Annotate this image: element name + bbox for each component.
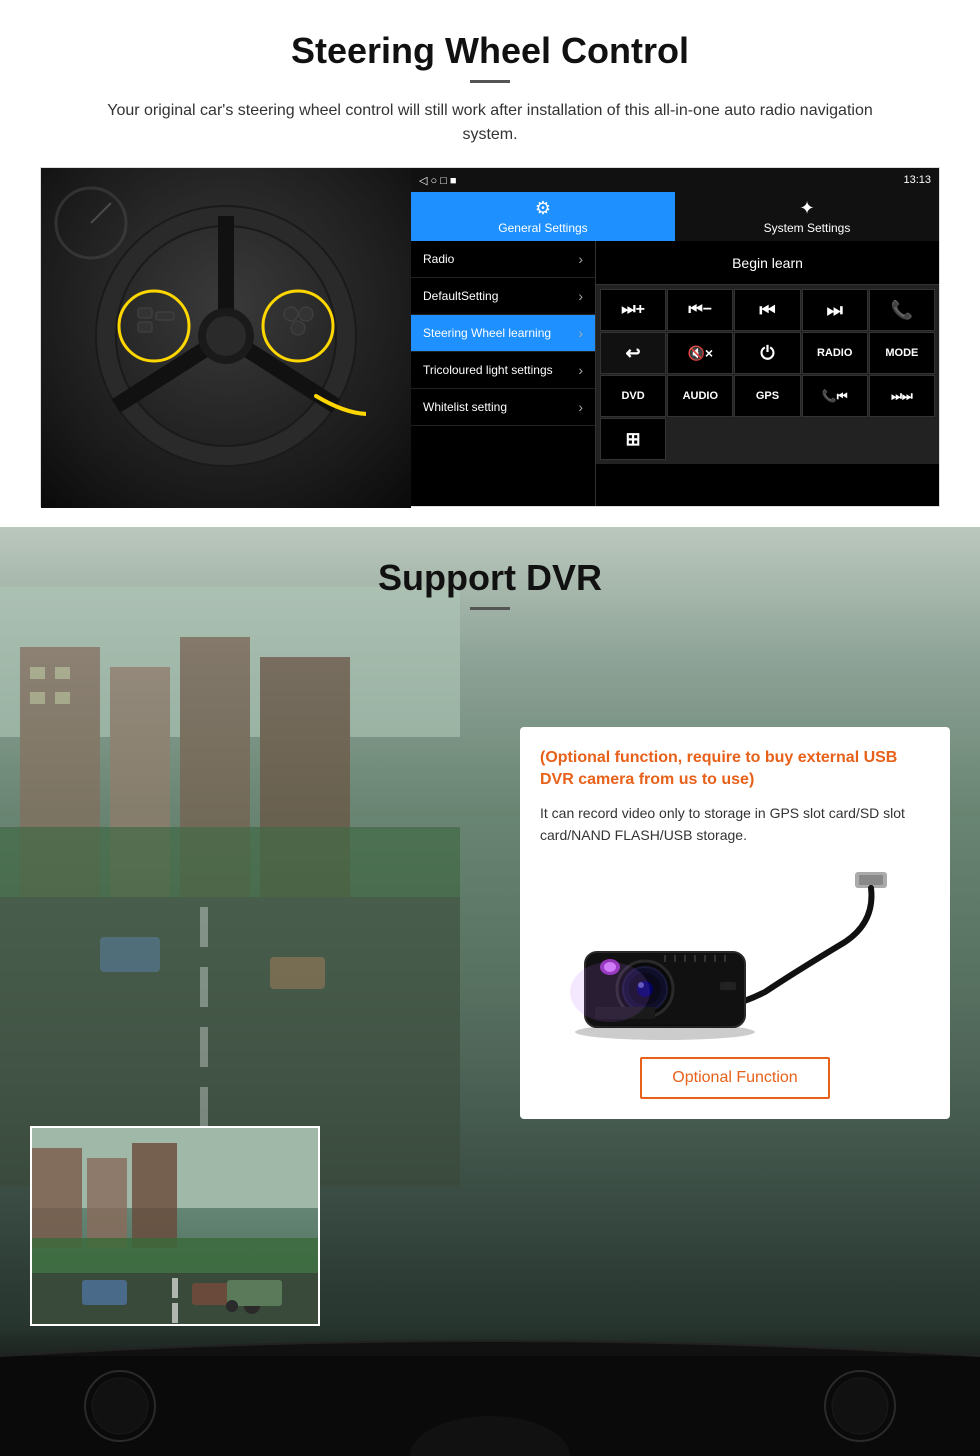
chevron-right-icon-5: › bbox=[578, 399, 583, 415]
chevron-right-icon-2: › bbox=[578, 288, 583, 304]
tab-system-label: System Settings bbox=[764, 221, 851, 235]
steering-section: Steering Wheel Control Your original car… bbox=[0, 0, 980, 527]
nav-back-icon: ◁ ○ □ ■ bbox=[419, 174, 457, 187]
tab-general-label: General Settings bbox=[498, 221, 587, 235]
dvr-info-card: (Optional function, require to buy exter… bbox=[520, 727, 950, 1119]
dvr-product-image bbox=[540, 862, 930, 1042]
system-icon: ✦ bbox=[799, 198, 814, 219]
tab-general-settings[interactable]: ⚙ General Settings bbox=[411, 192, 675, 241]
gear-icon: ⚙ bbox=[535, 198, 551, 219]
android-ui-panel: ◁ ○ □ ■ 13:13 ⚙ General Settings ✦ Syste… bbox=[411, 168, 939, 506]
steering-demo: ◁ ○ □ ■ 13:13 ⚙ General Settings ✦ Syste… bbox=[40, 167, 940, 507]
ctrl-hang-up[interactable]: ↩ bbox=[600, 332, 666, 374]
steering-title: Steering Wheel Control bbox=[40, 30, 940, 72]
menu-item-radio-label: Radio bbox=[423, 252, 578, 266]
ctrl-vol-down[interactable]: ⏮− bbox=[667, 289, 733, 331]
menu-body: Radio › DefaultSetting › Steering Wheel … bbox=[411, 241, 939, 506]
chevron-right-icon: › bbox=[578, 251, 583, 267]
ctrl-power[interactable]: ⏻ bbox=[734, 332, 800, 374]
tab-system-settings[interactable]: ✦ System Settings bbox=[675, 192, 939, 241]
ctrl-ff[interactable]: ⏭⏭ bbox=[869, 375, 935, 417]
begin-learn-button[interactable]: Begin learn bbox=[732, 255, 803, 271]
title-divider bbox=[470, 80, 510, 83]
ctrl-audio[interactable]: AUDIO bbox=[667, 375, 733, 417]
menu-item-default-setting[interactable]: DefaultSetting › bbox=[411, 278, 595, 315]
menu-item-tricoloured[interactable]: Tricoloured light settings › bbox=[411, 352, 595, 389]
optional-function-button[interactable]: Optional Function bbox=[640, 1057, 829, 1099]
chevron-right-icon-3: › bbox=[578, 325, 583, 341]
car-dashboard bbox=[0, 1326, 980, 1456]
dvr-card-title: (Optional function, require to buy exter… bbox=[540, 747, 930, 792]
menu-item-default-label: DefaultSetting bbox=[423, 289, 578, 303]
ctrl-extra[interactable]: ⊞ bbox=[600, 418, 666, 460]
control-area: Begin learn ⏭+ ⏮− ⏮ ⏭ 📞 ↩ 🔇× ⏻ RADIO MOD… bbox=[596, 241, 939, 506]
ctrl-next[interactable]: ⏭ bbox=[802, 289, 868, 331]
ctrl-radio[interactable]: RADIO bbox=[802, 332, 868, 374]
menu-item-whitelist-label: Whitelist setting bbox=[423, 400, 578, 414]
dvr-title: Support DVR bbox=[0, 557, 980, 599]
ctrl-phone[interactable]: 📞 bbox=[869, 289, 935, 331]
menu-item-tricoloured-label: Tricoloured light settings bbox=[423, 363, 578, 377]
chevron-right-icon-4: › bbox=[578, 362, 583, 378]
menu-item-steering-label: Steering Wheel learning bbox=[423, 326, 578, 340]
dashboard-svg bbox=[0, 1326, 980, 1456]
status-time: 13:13 bbox=[903, 174, 931, 186]
dvr-camera-svg bbox=[545, 862, 925, 1042]
dvr-thumbnail-svg bbox=[32, 1128, 320, 1326]
menu-item-steering-wheel[interactable]: Steering Wheel learning › bbox=[411, 315, 595, 352]
ctrl-prev[interactable]: ⏮ bbox=[734, 289, 800, 331]
dvr-title-divider bbox=[470, 607, 510, 610]
dvr-section: Support DVR (Optional function, require … bbox=[0, 527, 980, 1456]
ctrl-dvd[interactable]: DVD bbox=[600, 375, 666, 417]
dvr-title-area: Support DVR bbox=[0, 527, 980, 636]
begin-learn-row: Begin learn bbox=[596, 241, 939, 285]
street-scene-svg bbox=[0, 587, 460, 1187]
control-buttons-grid: ⏭+ ⏮− ⏮ ⏭ 📞 ↩ 🔇× ⏻ RADIO MODE DVD AUDIO … bbox=[596, 285, 939, 464]
settings-menu-list: Radio › DefaultSetting › Steering Wheel … bbox=[411, 241, 596, 506]
ctrl-mute[interactable]: 🔇× bbox=[667, 332, 733, 374]
android-tabs: ⚙ General Settings ✦ System Settings bbox=[411, 192, 939, 241]
menu-item-whitelist[interactable]: Whitelist setting › bbox=[411, 389, 595, 426]
steering-wheel-svg bbox=[86, 196, 366, 476]
ctrl-gps[interactable]: GPS bbox=[734, 375, 800, 417]
ctrl-mode[interactable]: MODE bbox=[869, 332, 935, 374]
dvr-thumbnail-view bbox=[30, 1126, 320, 1326]
ctrl-vol-up[interactable]: ⏭+ bbox=[600, 289, 666, 331]
android-statusbar: ◁ ○ □ ■ 13:13 bbox=[411, 168, 939, 192]
steering-description: Your original car's steering wheel contr… bbox=[80, 99, 900, 147]
menu-item-radio[interactable]: Radio › bbox=[411, 241, 595, 278]
ctrl-tel-prev[interactable]: 📞⏮ bbox=[802, 375, 868, 417]
dvr-card-description: It can record video only to storage in G… bbox=[540, 802, 930, 847]
steering-wheel-photo bbox=[41, 168, 411, 508]
optional-btn-container: Optional Function bbox=[540, 1057, 930, 1099]
